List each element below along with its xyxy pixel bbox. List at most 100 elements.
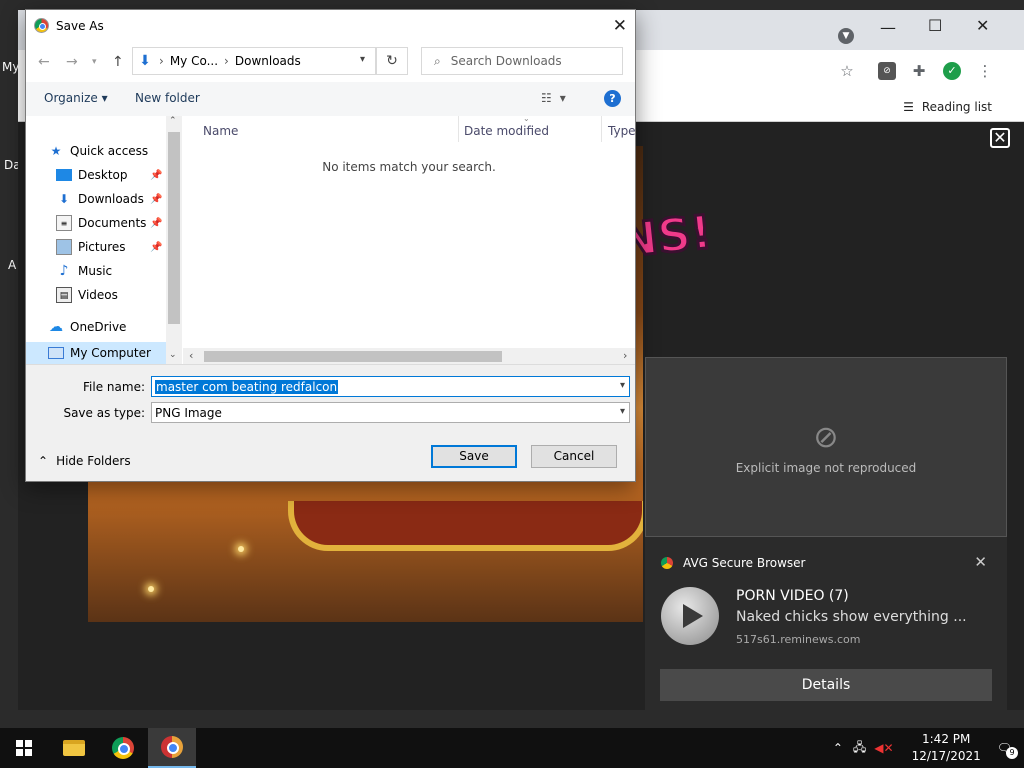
chevron-down-icon: ▾: [101, 91, 108, 105]
scroll-down-icon[interactable]: ⌄: [169, 350, 177, 360]
nav-item-pictures[interactable]: Pictures 📌: [56, 236, 162, 258]
view-options-button[interactable]: ☷ ▾: [541, 91, 566, 105]
file-name-input[interactable]: master com beating redfalcon ▾: [151, 376, 630, 397]
column-header-name[interactable]: Name: [203, 124, 238, 138]
network-icon[interactable]: 🖧: [853, 738, 866, 759]
nav-item-label: Music: [78, 264, 113, 278]
search-icon: ⌕: [434, 53, 441, 68]
taskbar-secure-browser[interactable]: [148, 728, 196, 768]
tab-search-icon[interactable]: ▼: [838, 28, 854, 44]
chevron-down-icon[interactable]: ▾: [620, 380, 625, 391]
nav-item-downloads[interactable]: ⬇ Downloads 📌: [56, 188, 162, 210]
awning-shape: [288, 501, 643, 551]
nav-scroll-thumb[interactable]: [168, 132, 180, 324]
notification-source-label: AVG Secure Browser: [683, 556, 806, 570]
organize-button[interactable]: Organize ▾: [44, 91, 108, 105]
forward-arrow-icon[interactable]: →: [66, 54, 78, 70]
nav-item-videos[interactable]: ▤ Videos: [56, 284, 118, 306]
browser-app-icon: [661, 557, 673, 569]
chevron-up-icon: ⌃: [38, 454, 49, 468]
taskbar-chrome[interactable]: [99, 728, 147, 768]
command-bar: Organize ▾ New folder ☷ ▾ ?: [26, 82, 635, 116]
scroll-right-icon[interactable]: ›: [623, 349, 627, 362]
tray-overflow-chevron-icon[interactable]: ⌃: [833, 741, 843, 755]
notification-close-icon[interactable]: ✕: [974, 553, 987, 571]
notification-body: Naked chicks show everything ...: [736, 609, 967, 625]
notification-toast[interactable]: AVG Secure Browser ✕ PORN VIDEO (7) Nake…: [645, 537, 1007, 715]
notification-title: PORN VIDEO (7): [736, 588, 849, 604]
sparkle: [238, 546, 244, 552]
reading-list-label: Reading list: [921, 100, 992, 114]
cancel-button[interactable]: Cancel: [531, 445, 617, 468]
nav-item-label: Desktop: [78, 168, 128, 182]
viewer-close-icon[interactable]: ✕: [990, 128, 1010, 148]
maximize-button[interactable]: ☐: [928, 18, 942, 34]
reading-list-icon: ☰: [903, 100, 914, 114]
navigation-row: ← → ▾ ↑ ⬇ › My Co... › Downloads ▾ ↻ ⌕ S…: [26, 42, 635, 82]
chevron-down-icon: ▾: [619, 406, 625, 417]
column-divider[interactable]: [458, 116, 459, 142]
file-name-value: master com beating redfalcon: [155, 379, 339, 394]
window-close-button[interactable]: ✕: [976, 18, 989, 34]
start-button[interactable]: [0, 728, 48, 768]
nav-item-my-computer[interactable]: My Computer: [48, 342, 151, 364]
notification-details-button[interactable]: Details: [660, 669, 992, 701]
nav-item-desktop[interactable]: Desktop 📌: [56, 164, 162, 186]
taskbar-clock[interactable]: 1:42 PM 12/17/2021: [912, 731, 981, 765]
horizontal-scroll-thumb[interactable]: [204, 351, 502, 362]
blocked-image-placeholder: ⊘ Explicit image not reproduced: [645, 357, 1007, 537]
cloud-icon: ☁: [49, 319, 63, 335]
back-arrow-icon[interactable]: ←: [38, 54, 50, 70]
action-center-icon[interactable]: 🗨 9: [997, 741, 1018, 759]
folder-icon: [63, 740, 85, 756]
search-box[interactable]: ⌕ Search Downloads: [421, 47, 623, 75]
hide-folders-button[interactable]: ⌃ Hide Folders: [38, 454, 131, 468]
videos-icon: ▤: [56, 287, 72, 303]
breadcrumb-item[interactable]: My Co...: [170, 54, 218, 68]
recent-dropdown-icon[interactable]: ▾: [92, 57, 97, 67]
column-header-date-modified[interactable]: Date modified: [464, 124, 549, 138]
menu-kebab-icon[interactable]: ⋮: [976, 62, 994, 80]
system-tray: ⌃ 🖧 ◀✕ 1:42 PM 12/17/2021 🗨 9: [833, 728, 1024, 768]
address-dropdown-icon[interactable]: ▾: [360, 54, 365, 65]
shield-check-icon[interactable]: ✓: [943, 62, 961, 80]
chrome-icon: [112, 737, 134, 759]
clock-date: 12/17/2021: [911, 749, 981, 763]
chrome-app-icon: [34, 18, 49, 33]
column-divider[interactable]: [601, 116, 602, 142]
chevron-right-icon: ›: [224, 54, 229, 68]
download-icon: ⬇: [58, 192, 70, 206]
breadcrumb-item[interactable]: Downloads: [235, 54, 301, 68]
new-folder-button[interactable]: New folder: [135, 91, 200, 105]
extension-icon[interactable]: ⊘: [878, 62, 896, 80]
up-arrow-icon[interactable]: ↑: [112, 54, 124, 70]
search-placeholder: Search Downloads: [450, 54, 562, 68]
save-button[interactable]: Save: [431, 445, 517, 468]
bookmark-star-icon[interactable]: ☆: [838, 62, 856, 80]
scroll-up-icon[interactable]: ⌃: [169, 116, 177, 126]
taskbar-file-explorer[interactable]: [50, 728, 98, 768]
address-bar[interactable]: ⬇ › My Co... › Downloads: [132, 47, 376, 75]
desktop-icon-label[interactable]: A: [8, 258, 16, 272]
nav-item-music[interactable]: ♪ Music: [56, 260, 113, 282]
minimize-button[interactable]: —: [880, 20, 896, 36]
windows-logo-icon: [16, 740, 32, 756]
save-as-type-select[interactable]: PNG Image ▾: [151, 402, 630, 423]
refresh-icon[interactable]: ↻: [376, 47, 408, 75]
help-icon[interactable]: ?: [604, 90, 621, 107]
save-options-panel: File name: master com beating redfalcon …: [26, 364, 635, 481]
nav-item-label: Videos: [78, 288, 118, 302]
nav-item-onedrive[interactable]: ☁ OneDrive: [48, 316, 126, 338]
column-header-type[interactable]: Type: [608, 124, 636, 138]
scroll-left-icon[interactable]: ‹: [189, 349, 193, 362]
star-icon: ★: [50, 144, 62, 158]
volume-muted-icon[interactable]: ◀✕: [874, 741, 893, 755]
nav-item-documents[interactable]: ≡ Documents 📌: [56, 212, 162, 234]
save-as-type-label: Save as type:: [63, 406, 145, 420]
desktop-icon-label[interactable]: My: [2, 60, 19, 74]
extensions-puzzle-icon[interactable]: ✚: [910, 62, 928, 80]
desktop-icon: [56, 169, 72, 181]
nav-item-quick-access[interactable]: ★ Quick access: [48, 140, 149, 162]
reading-list-button[interactable]: ☰ Reading list: [903, 100, 992, 114]
dialog-close-icon[interactable]: ✕: [613, 16, 627, 36]
